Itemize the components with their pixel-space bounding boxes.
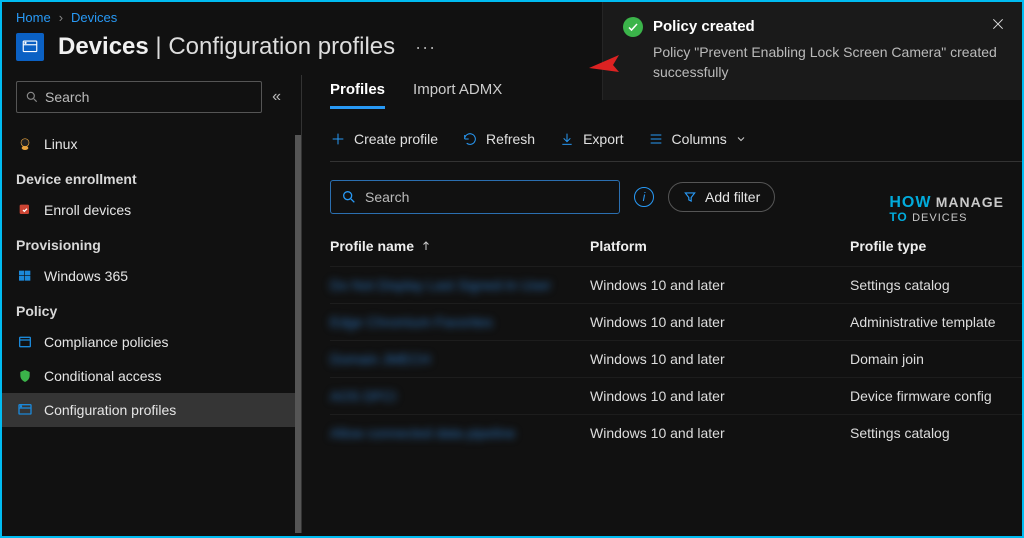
sidebar-item-compliance[interactable]: Compliance policies	[2, 325, 295, 359]
table-row[interactable]: Do Not Display Last Signed-In UserWindow…	[330, 266, 1022, 303]
table-header: Profile name Platform Profile type	[330, 232, 1022, 266]
toolbar-label: Refresh	[486, 131, 535, 147]
table-row[interactable]: Edge Chromium FavoritesWindows 10 and la…	[330, 303, 1022, 340]
table-row[interactable]: AOS DFCIWindows 10 and laterDevice firmw…	[330, 377, 1022, 414]
notification-toast: Policy created Policy "Prevent Enabling …	[602, 2, 1022, 100]
sidebar-item-configuration-profiles[interactable]: Configuration profiles	[2, 393, 295, 427]
sidebar-item-conditional-access[interactable]: Conditional access	[2, 359, 295, 393]
sidebar-item-label: Compliance policies	[44, 334, 169, 350]
sidebar-item-windows365[interactable]: Windows 365	[2, 259, 295, 293]
columns-icon	[648, 131, 664, 147]
download-icon	[559, 131, 575, 147]
toolbar-label: Export	[583, 131, 623, 147]
sidebar-group-provisioning: Provisioning	[2, 227, 295, 259]
page-title-main: Devices	[58, 33, 149, 60]
sidebar-item-label: Configuration profiles	[44, 402, 176, 418]
cell-profile-type: Domain join	[850, 351, 1022, 367]
plus-icon	[330, 131, 346, 147]
main-content: Profiles Import ADMX Create profile Refr…	[302, 75, 1022, 533]
cell-platform: Windows 10 and later	[590, 277, 850, 293]
refresh-button[interactable]: Refresh	[462, 131, 535, 147]
cell-profile-type: Settings catalog	[850, 277, 1022, 293]
enroll-icon	[16, 201, 34, 219]
cell-profile-type: Device firmware config	[850, 388, 1022, 404]
cell-profile-type: Administrative template	[850, 314, 1022, 330]
collapse-sidebar-button[interactable]: «	[272, 88, 281, 106]
toast-title: Policy created	[653, 18, 980, 35]
sidebar-item-label: Windows 365	[44, 268, 128, 284]
toolbar-label: Columns	[672, 131, 727, 147]
sidebar-scrollbar[interactable]	[295, 135, 301, 533]
more-icon[interactable]: ···	[409, 37, 436, 58]
breadcrumb-devices[interactable]: Devices	[71, 10, 117, 25]
devices-page-icon	[16, 33, 44, 61]
sidebar-group-policy: Policy	[2, 293, 295, 325]
cell-profile-type: Settings catalog	[850, 425, 1022, 441]
toast-message: Policy "Prevent Enabling Lock Screen Cam…	[623, 37, 1006, 82]
tab-profiles[interactable]: Profiles	[330, 81, 385, 109]
linux-icon	[16, 135, 34, 153]
chevron-down-icon	[735, 133, 747, 145]
cell-profile-name[interactable]: Allow connected data pipeline	[330, 425, 590, 441]
success-check-icon	[623, 17, 643, 37]
page-title: Devices | Configuration profiles	[58, 33, 395, 61]
annotation-arrow	[579, 50, 619, 80]
search-placeholder: Search	[365, 189, 409, 205]
toast-close-button[interactable]	[990, 16, 1006, 37]
sidebar-item-label: Conditional access	[44, 368, 162, 384]
create-profile-button[interactable]: Create profile	[330, 131, 438, 147]
chevron-right-icon: ›	[59, 10, 63, 25]
filter-icon	[683, 190, 697, 204]
cell-platform: Windows 10 and later	[590, 314, 850, 330]
column-header-name[interactable]: Profile name	[330, 238, 590, 254]
column-header-platform[interactable]: Platform	[590, 238, 850, 254]
windows-icon	[16, 267, 34, 285]
cell-profile-name[interactable]: Edge Chromium Favorites	[330, 314, 590, 330]
tab-import-admx[interactable]: Import ADMX	[413, 81, 502, 109]
sidebar-item-enroll-devices[interactable]: Enroll devices	[2, 193, 295, 227]
table-body: Do Not Display Last Signed-In UserWindow…	[330, 266, 1022, 451]
export-button[interactable]: Export	[559, 131, 623, 147]
cell-profile-name[interactable]: Domain JMECH	[330, 351, 590, 367]
page-title-sub: Configuration profiles	[168, 33, 395, 60]
sidebar-search-placeholder: Search	[45, 89, 89, 105]
columns-button[interactable]: Columns	[648, 131, 747, 147]
sidebar-group-enrollment: Device enrollment	[2, 161, 295, 193]
cell-profile-name[interactable]: Do Not Display Last Signed-In User	[330, 277, 590, 293]
info-button[interactable]: i	[634, 187, 654, 207]
table-row[interactable]: Domain JMECHWindows 10 and laterDomain j…	[330, 340, 1022, 377]
sidebar: Search « Linux Device enrollment Enroll …	[2, 75, 302, 533]
sidebar-search-input[interactable]: Search	[16, 81, 262, 113]
sort-asc-icon	[420, 240, 432, 252]
toolbar: Create profile Refresh Export Columns	[330, 117, 1022, 162]
cell-profile-name[interactable]: AOS DFCI	[330, 388, 590, 404]
compliance-icon	[16, 333, 34, 351]
add-filter-button[interactable]: Add filter	[668, 182, 775, 212]
main-search-input[interactable]: Search	[330, 180, 620, 214]
breadcrumb-home[interactable]: Home	[16, 10, 51, 25]
add-filter-label: Add filter	[705, 189, 760, 205]
sidebar-item-linux[interactable]: Linux	[2, 127, 295, 161]
shield-icon	[16, 367, 34, 385]
cell-platform: Windows 10 and later	[590, 351, 850, 367]
refresh-icon	[462, 131, 478, 147]
sidebar-item-label: Linux	[44, 136, 77, 152]
sidebar-item-label: Enroll devices	[44, 202, 131, 218]
table-row[interactable]: Allow connected data pipelineWindows 10 …	[330, 414, 1022, 451]
toolbar-label: Create profile	[354, 131, 438, 147]
cell-platform: Windows 10 and later	[590, 388, 850, 404]
cell-platform: Windows 10 and later	[590, 425, 850, 441]
profiles-icon	[16, 401, 34, 419]
column-header-type[interactable]: Profile type	[850, 238, 1022, 254]
